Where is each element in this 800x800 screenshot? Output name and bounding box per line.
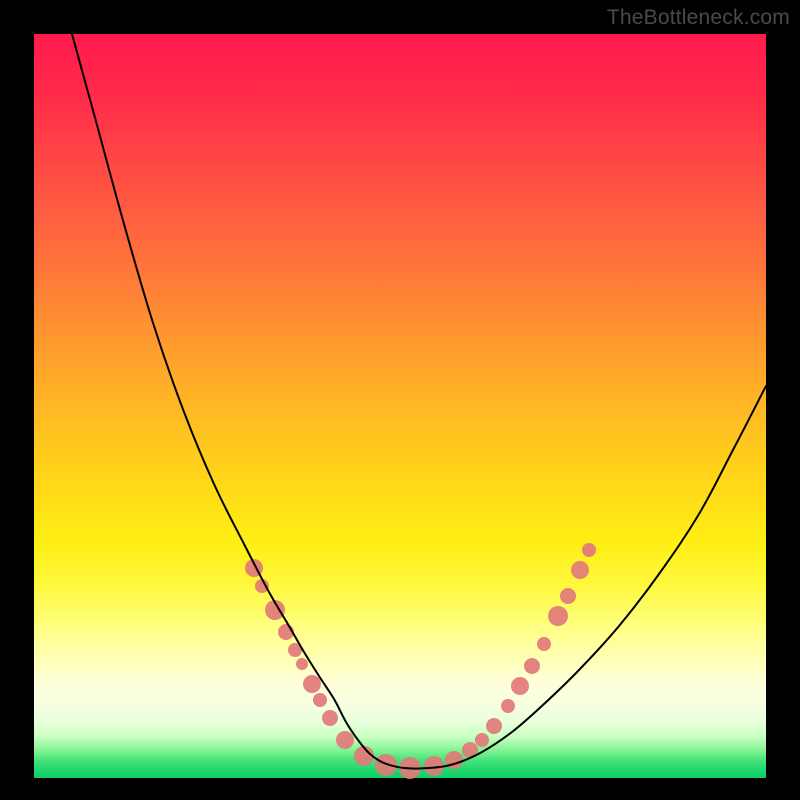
watermark-label: TheBottleneck.com: [607, 6, 790, 30]
curve-marker: [560, 588, 576, 604]
curve-marker: [303, 675, 321, 693]
curve-marker: [475, 733, 489, 747]
curve-marker: [486, 718, 502, 734]
curve-marker: [296, 658, 308, 670]
chart-svg: [34, 34, 766, 778]
curve-marker: [313, 693, 327, 707]
curve-marker: [571, 561, 589, 579]
curve-marker: [524, 658, 540, 674]
curve-marker: [336, 731, 354, 749]
bead-layer: [245, 543, 596, 779]
curve-marker: [548, 606, 568, 626]
curve-marker: [582, 543, 596, 557]
curve-marker: [537, 637, 551, 651]
curve-marker: [322, 710, 338, 726]
curve-marker: [501, 699, 515, 713]
curve-marker: [511, 677, 529, 695]
curve-marker: [375, 754, 397, 776]
bottleneck-curve: [72, 34, 766, 769]
curve-marker: [255, 579, 269, 593]
chart-plot-area: [34, 34, 766, 778]
chart-frame: TheBottleneck.com: [0, 0, 800, 800]
